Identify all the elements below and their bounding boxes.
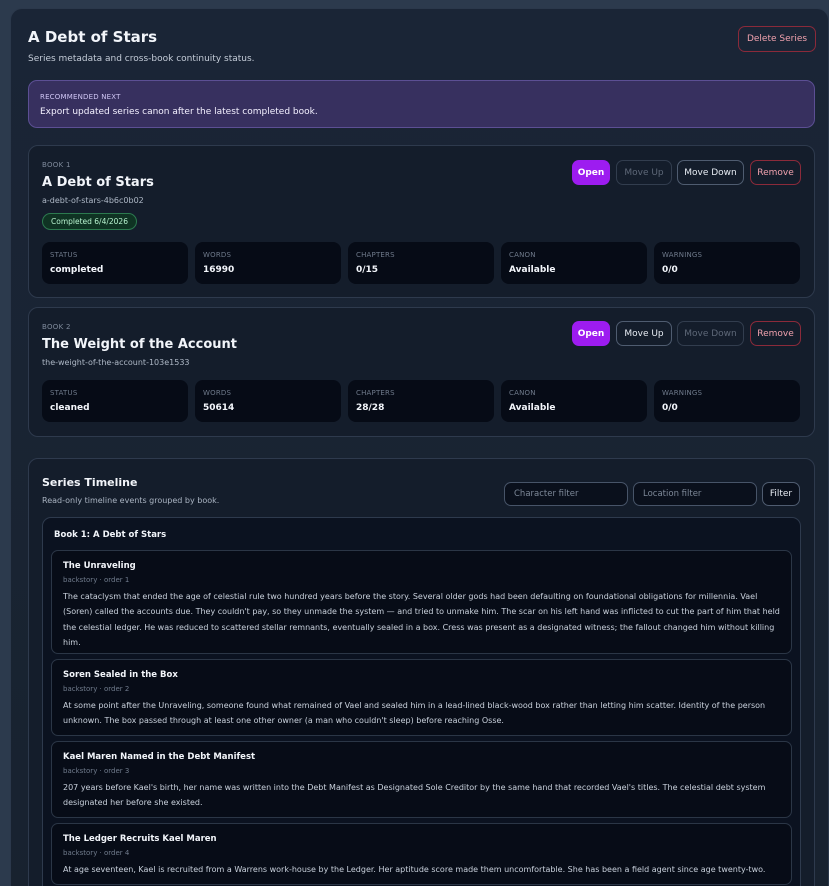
stat-warnings: WARNINGS 0/0 (654, 242, 800, 284)
series-timeline: Series Timeline Read-only timeline event… (28, 458, 815, 886)
timeline-subtitle: Read-only timeline events grouped by boo… (42, 496, 220, 505)
stat-label: CHAPTERS (356, 251, 395, 259)
book-number: BOOK 1 (42, 161, 71, 169)
event-meta: backstory · order 3 (63, 767, 130, 775)
timeline-group: Book 1: A Debt of Stars The Unraveling b… (42, 517, 801, 886)
stat-chapters: CHAPTERS 28/28 (348, 380, 494, 422)
recommendation-label: RECOMMENDED NEXT (40, 93, 121, 101)
stat-value: cleaned (50, 403, 90, 413)
event-description: 207 years before Kael's birth, her name … (63, 783, 766, 808)
event-meta: backstory · order 2 (63, 685, 130, 693)
stat-value: 50614 (203, 403, 235, 413)
stat-value: 16990 (203, 265, 235, 275)
event-meta: backstory · order 4 (63, 849, 130, 857)
timeline-event: The Unraveling backstory · order 1 The c… (51, 550, 792, 654)
stat-label: CHAPTERS (356, 389, 395, 397)
stat-label: WARNINGS (662, 251, 703, 259)
event-meta: backstory · order 1 (63, 576, 130, 584)
book-slug: a-debt-of-stars-4b6c0b02 (42, 196, 144, 205)
event-description: At some point after the Unraveling, some… (63, 701, 766, 726)
event-title: Soren Sealed in the Box (63, 670, 178, 680)
recommendation-text: Export updated series canon after the la… (40, 107, 318, 117)
stat-words: WORDS 16990 (195, 242, 341, 284)
move-down-button[interactable]: Move Down (677, 321, 744, 346)
stat-label: WARNINGS (662, 389, 703, 397)
open-book-button[interactable]: Open (572, 160, 610, 185)
stat-label: WORDS (203, 389, 232, 397)
series-panel: A Debt of Stars Series metadata and cros… (10, 8, 829, 886)
stat-canon: CANON Available (501, 242, 647, 284)
character-filter-input[interactable] (504, 482, 628, 506)
stat-label: CANON (509, 389, 536, 397)
stat-label: CANON (509, 251, 536, 259)
event-title: The Ledger Recruits Kael Maren (63, 834, 217, 844)
page-subtitle: Series metadata and cross-book continuit… (28, 54, 255, 64)
event-title: The Unraveling (63, 561, 136, 571)
stat-value: 0/0 (662, 265, 678, 275)
book-title: The Weight of the Account (42, 337, 237, 352)
book-title: A Debt of Stars (42, 175, 154, 190)
book-card: BOOK 2 The Weight of the Account the-wei… (28, 307, 815, 437)
timeline-event: Kael Maren Named in the Debt Manifest ba… (51, 741, 792, 818)
event-description: The cataclysm that ended the age of cele… (63, 592, 780, 647)
stat-words: WORDS 50614 (195, 380, 341, 422)
book-number: BOOK 2 (42, 323, 71, 331)
timeline-group-title: Book 1: A Debt of Stars (54, 530, 167, 540)
stat-label: STATUS (50, 251, 78, 259)
book-card: BOOK 1 A Debt of Stars a-debt-of-stars-4… (28, 145, 815, 298)
timeline-event: Soren Sealed in the Box backstory · orde… (51, 659, 792, 736)
stat-value: completed (50, 265, 104, 275)
stat-value: 28/28 (356, 403, 385, 413)
stat-value: 0/15 (356, 265, 379, 275)
event-title: Kael Maren Named in the Debt Manifest (63, 752, 256, 762)
book-slug: the-weight-of-the-account-103e1533 (42, 358, 190, 367)
stat-label: STATUS (50, 389, 78, 397)
stat-canon: CANON Available (501, 380, 647, 422)
stat-value: Available (509, 265, 556, 275)
stat-value: Available (509, 403, 556, 413)
delete-series-button[interactable]: Delete Series (738, 26, 816, 52)
move-up-button[interactable]: Move Up (616, 160, 672, 185)
status-badge: Completed 6/4/2026 (42, 213, 137, 230)
stat-value: 0/0 (662, 403, 678, 413)
stat-status: STATUS cleaned (42, 380, 188, 422)
stat-label: WORDS (203, 251, 232, 259)
recommendation-banner: RECOMMENDED NEXT Export updated series c… (28, 80, 815, 128)
page-title: A Debt of Stars (28, 28, 158, 46)
filter-button[interactable]: Filter (762, 482, 800, 506)
location-filter-input[interactable] (633, 482, 757, 506)
move-up-button[interactable]: Move Up (616, 321, 672, 346)
remove-book-button[interactable]: Remove (750, 321, 801, 346)
remove-book-button[interactable]: Remove (750, 160, 801, 185)
stat-warnings: WARNINGS 0/0 (654, 380, 800, 422)
move-down-button[interactable]: Move Down (677, 160, 744, 185)
stat-status: STATUS completed (42, 242, 188, 284)
timeline-title: Series Timeline (42, 476, 138, 489)
stat-chapters: CHAPTERS 0/15 (348, 242, 494, 284)
event-description: At age seventeen, Kael is recruited from… (63, 865, 766, 874)
open-book-button[interactable]: Open (572, 321, 610, 346)
timeline-event: The Ledger Recruits Kael Maren backstory… (51, 823, 792, 885)
